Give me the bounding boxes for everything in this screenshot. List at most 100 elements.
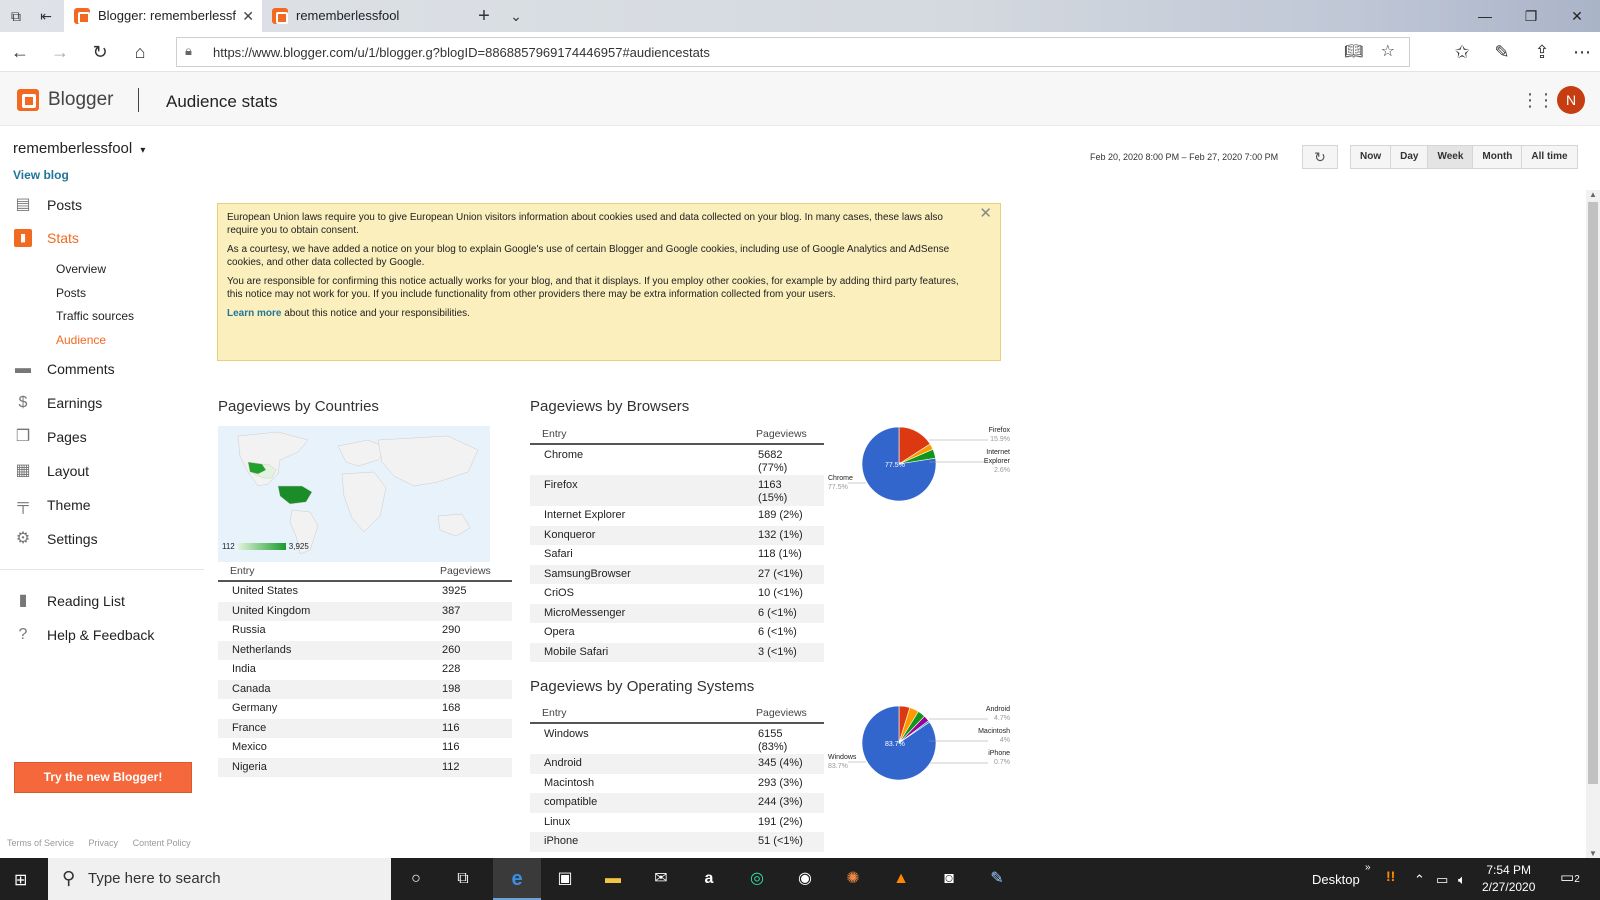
store-icon[interactable]: ▣ bbox=[552, 866, 578, 892]
range-week-button[interactable]: Week bbox=[1427, 146, 1473, 168]
restore-icon[interactable]: ❐ bbox=[1508, 0, 1554, 32]
notifications-icon[interactable]: ▭2 bbox=[1560, 868, 1580, 886]
table-row[interactable]: Android 345 (4%) bbox=[530, 754, 824, 774]
table-row[interactable]: Netherlands 260 bbox=[218, 640, 512, 660]
table-row[interactable]: Chrome 5682 (77%) bbox=[530, 444, 824, 475]
vlc-icon[interactable]: ▲ bbox=[888, 866, 914, 892]
avatar[interactable]: N bbox=[1557, 86, 1585, 114]
show-hidden-icons-icon[interactable]: ⌃ bbox=[1414, 872, 1425, 888]
blog-selector[interactable]: rememberlessfool ▾ bbox=[13, 140, 145, 157]
close-tab-icon[interactable]: ✕ bbox=[242, 0, 254, 32]
table-row[interactable]: India 228 bbox=[218, 660, 512, 680]
tab-rememberlessfool[interactable]: rememberlessfool bbox=[262, 0, 458, 32]
more-icon[interactable]: ⋯ bbox=[1570, 40, 1594, 64]
table-row[interactable]: Macintosh 293 (3%) bbox=[530, 774, 824, 794]
sidebar-sub-overview[interactable]: Overview bbox=[56, 262, 106, 276]
table-row[interactable]: iPhone 51 (<1%) bbox=[530, 832, 824, 852]
refresh-icon[interactable]: ↻ bbox=[88, 40, 112, 64]
os-pie-chart[interactable]: 83.7% Windows 83.7% Android 4.7% Macintosh 4% i… bbox=[828, 705, 1010, 801]
new-tab-icon[interactable]: + bbox=[474, 6, 494, 26]
paint-icon[interactable]: ✎ bbox=[984, 866, 1010, 892]
table-row[interactable]: Firefox 1163 (15%) bbox=[530, 475, 824, 506]
url-text[interactable]: https://www.blogger.com/u/1/blogger.g?bl… bbox=[213, 45, 710, 60]
column-header-pageviews[interactable]: Pageviews bbox=[744, 705, 824, 724]
back-icon[interactable]: ← bbox=[8, 40, 32, 64]
tripadvisor-icon[interactable]: ◎ bbox=[744, 866, 770, 892]
column-header-entry[interactable]: Entry bbox=[530, 426, 744, 445]
table-row[interactable]: Russia 290 bbox=[218, 621, 512, 641]
brand-name[interactable]: Blogger bbox=[48, 89, 114, 111]
terms-link[interactable]: Terms of Service bbox=[7, 838, 74, 848]
scrollbar-thumb[interactable] bbox=[1588, 202, 1598, 784]
mail-icon[interactable]: ✉ bbox=[648, 866, 674, 892]
content-policy-link[interactable]: Content Policy bbox=[133, 838, 191, 848]
range-month-button[interactable]: Month bbox=[1472, 146, 1522, 168]
try-new-blogger-button[interactable]: Try the new Blogger! bbox=[14, 762, 192, 793]
table-row[interactable]: Nigeria 112 bbox=[218, 757, 512, 777]
range-alltime-button[interactable]: All time bbox=[1521, 146, 1577, 168]
table-row[interactable]: compatible 244 (3%) bbox=[530, 793, 824, 813]
table-row[interactable]: Mobile Safari 3 (<1%) bbox=[530, 642, 824, 662]
browsers-pie-chart[interactable]: 77.5% Chrome 77.5% Firefox 15.9% Internet Expl… bbox=[828, 426, 1010, 522]
table-row[interactable]: Germany 168 bbox=[218, 699, 512, 719]
share-icon[interactable]: ⇪ bbox=[1530, 40, 1554, 64]
column-header-pageviews[interactable]: Pageviews bbox=[428, 563, 512, 582]
close-window-icon[interactable]: ✕ bbox=[1554, 0, 1600, 32]
favorite-star-icon[interactable]: ☆ bbox=[1381, 41, 1395, 61]
table-row[interactable]: Linux 191 (2%) bbox=[530, 813, 824, 833]
table-row[interactable]: Canada 198 bbox=[218, 679, 512, 699]
refresh-stats-button[interactable]: ↻ bbox=[1302, 145, 1338, 169]
table-row[interactable]: Konqueror 132 (1%) bbox=[530, 525, 824, 545]
column-header-entry[interactable]: Entry bbox=[218, 563, 428, 582]
table-row[interactable]: Windows 6155 (83%) bbox=[530, 723, 824, 754]
learn-more-link[interactable]: Learn more bbox=[227, 308, 281, 319]
tab-blogger[interactable]: Blogger: rememberlessf ✕ bbox=[64, 0, 262, 32]
table-row[interactable]: Mexico 116 bbox=[218, 738, 512, 758]
pen-icon[interactable]: ✎ bbox=[1490, 40, 1514, 64]
range-now-button[interactable]: Now bbox=[1351, 146, 1391, 168]
table-row[interactable]: CriOS 10 (<1%) bbox=[530, 584, 824, 604]
reading-view-icon[interactable]: 📖︎ bbox=[1344, 42, 1363, 60]
column-header-entry[interactable]: Entry bbox=[530, 705, 744, 724]
column-header-pageviews[interactable]: Pageviews bbox=[744, 426, 824, 445]
tab-list-chevron-icon[interactable]: ⌄ bbox=[506, 6, 526, 26]
url-field[interactable]: 🔒︎ https://www.blogger.com/u/1/blogger.g… bbox=[176, 37, 1410, 67]
table-row[interactable]: MicroMessenger 6 (<1%) bbox=[530, 603, 824, 623]
toolbar-expand-icon[interactable]: » bbox=[1365, 862, 1371, 873]
close-notice-icon[interactable]: ✕ bbox=[979, 206, 992, 220]
table-row[interactable]: United Kingdom 387 bbox=[218, 601, 512, 621]
sidebar-sub-traffic-sources[interactable]: Traffic sources bbox=[56, 309, 134, 323]
range-day-button[interactable]: Day bbox=[1390, 146, 1428, 168]
table-row[interactable]: France 116 bbox=[218, 718, 512, 738]
taskbar-search[interactable]: ⚲ Type here to search bbox=[48, 858, 391, 900]
amazon-icon[interactable]: a bbox=[696, 866, 722, 892]
table-row[interactable]: SamsungBrowser 27 (<1%) bbox=[530, 564, 824, 584]
table-row[interactable]: United States 3925 bbox=[218, 581, 512, 602]
windows-start-icon[interactable]: ⊞ bbox=[14, 870, 27, 890]
blogger-logo-icon[interactable] bbox=[17, 89, 39, 111]
scroll-down-icon[interactable]: ▼ bbox=[1589, 849, 1597, 858]
tab-actions-icon[interactable]: ⧉ bbox=[6, 6, 26, 26]
camera-icon[interactable]: ◙ bbox=[936, 866, 962, 892]
task-view-icon[interactable]: ⧉ bbox=[450, 866, 476, 892]
world-map[interactable]: 112 3,925 bbox=[218, 426, 490, 562]
cortana-icon[interactable]: ○ bbox=[403, 866, 429, 892]
app-icon[interactable]: ◉ bbox=[792, 866, 818, 892]
color-app-icon[interactable]: ✺ bbox=[840, 866, 866, 892]
table-row[interactable]: Internet Explorer 189 (2%) bbox=[530, 506, 824, 526]
forward-icon[interactable]: → bbox=[48, 40, 72, 64]
set-tabs-aside-icon[interactable]: ⇤ bbox=[36, 6, 56, 26]
sidebar-sub-posts[interactable]: Posts bbox=[56, 286, 86, 300]
table-row[interactable]: Opera 6 (<1%) bbox=[530, 623, 824, 643]
file-explorer-icon[interactable]: ▬ bbox=[600, 866, 626, 892]
network-icon[interactable]: ▭ bbox=[1436, 872, 1448, 888]
view-blog-link[interactable]: View blog bbox=[13, 168, 69, 182]
scroll-up-icon[interactable]: ▲ bbox=[1589, 190, 1597, 199]
volume-icon[interactable]: 🔈︎ bbox=[1458, 872, 1466, 888]
page-scrollbar[interactable]: ▲ ▼ bbox=[1586, 190, 1600, 858]
home-icon[interactable]: ⌂ bbox=[128, 40, 152, 64]
system-clock[interactable]: 7:54 PM 2/27/2020 bbox=[1482, 862, 1535, 896]
favorites-icon[interactable]: ✩ bbox=[1450, 40, 1474, 64]
privacy-link[interactable]: Privacy bbox=[89, 838, 119, 848]
sidebar-sub-audience[interactable]: Audience bbox=[56, 333, 106, 347]
